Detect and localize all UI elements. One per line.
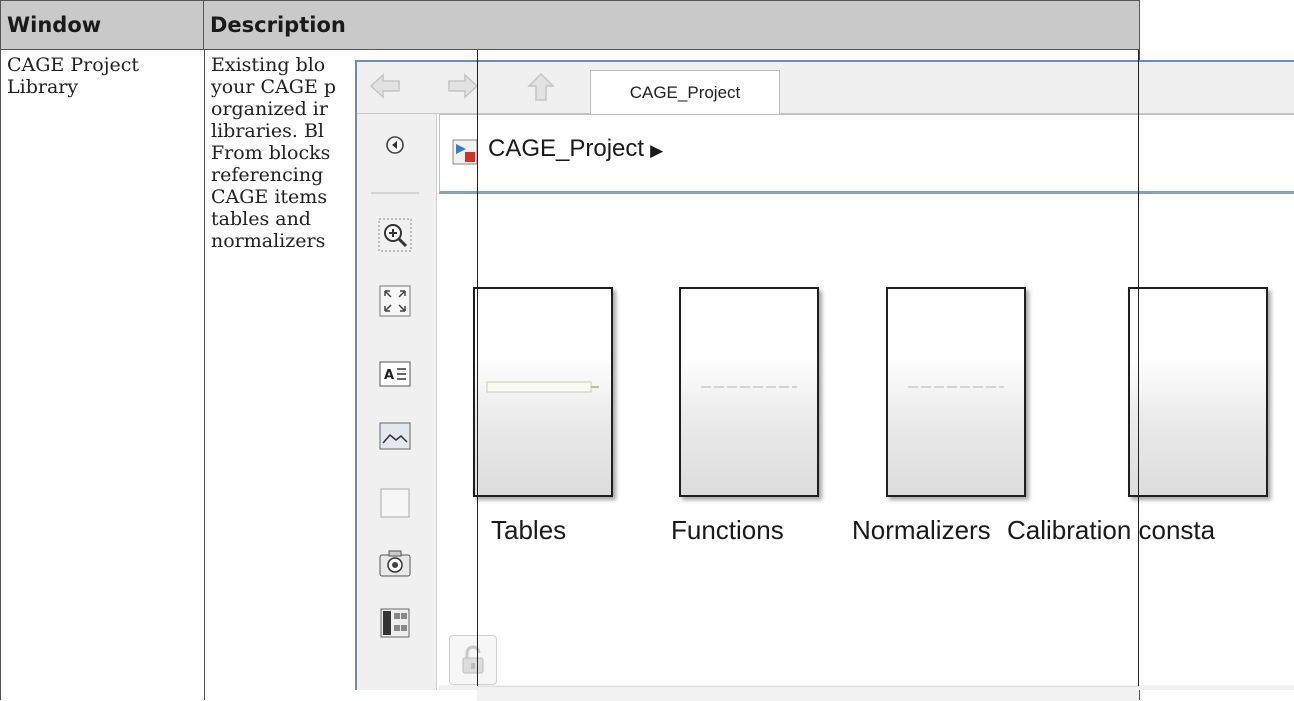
library-canvas: Tables Functions Normalizers Calibration… bbox=[439, 197, 1294, 690]
description-line: CAGE items bbox=[211, 186, 328, 208]
library-browser-icon[interactable] bbox=[377, 606, 413, 640]
overlay-strip bbox=[477, 686, 1139, 701]
normalizers-block[interactable] bbox=[886, 287, 1026, 497]
model-icon bbox=[452, 139, 478, 165]
back-arrow-icon[interactable] bbox=[369, 72, 401, 102]
functions-block[interactable] bbox=[679, 287, 819, 497]
description-line: libraries. Bl bbox=[211, 120, 324, 142]
unlock-icon[interactable] bbox=[449, 635, 497, 685]
calibration-constants-block[interactable] bbox=[1128, 287, 1268, 497]
zoom-icon[interactable] bbox=[377, 218, 413, 252]
tables-block[interactable] bbox=[473, 287, 613, 497]
normalizers-label: Normalizers bbox=[852, 515, 991, 545]
svg-text:A: A bbox=[384, 368, 394, 383]
expand-arrow-icon[interactable]: ▶ bbox=[650, 141, 663, 160]
toolbar-separator bbox=[371, 192, 419, 194]
address-bar: CAGE_Project ▶ bbox=[439, 114, 1294, 194]
description-line: Existing blo bbox=[211, 54, 326, 76]
hide-browser-icon[interactable] bbox=[377, 128, 413, 162]
description-cell: Existing blo your CAGE p organized ir li… bbox=[211, 54, 356, 252]
address-path[interactable]: CAGE_Project ▶ bbox=[488, 135, 663, 163]
header-description: Description bbox=[210, 13, 346, 37]
description-line: organized ir bbox=[211, 98, 328, 120]
screenshot-icon[interactable] bbox=[377, 547, 413, 581]
fit-view-icon[interactable] bbox=[377, 284, 413, 318]
image-icon[interactable] bbox=[377, 419, 413, 453]
tab-cage-project[interactable]: CAGE_Project bbox=[590, 70, 780, 116]
header-window: Window bbox=[1, 1, 204, 49]
table-header-row: Window Description bbox=[0, 0, 1140, 50]
description-line: referencing bbox=[211, 164, 324, 186]
description-line: From blocks bbox=[211, 142, 331, 164]
description-line: tables and bbox=[211, 208, 311, 230]
window-cell: CAGE Project Library bbox=[7, 54, 140, 98]
forward-arrow-icon[interactable] bbox=[447, 72, 479, 102]
navigation-bar: CAGE_Project bbox=[357, 60, 1294, 116]
library-window-screenshot: CAGE_Project A CAGE_Project ▶ Tables Fun… bbox=[355, 60, 1294, 690]
description-line: normalizers bbox=[211, 230, 326, 252]
address-path-label: CAGE_Project bbox=[488, 135, 645, 162]
overlay-line bbox=[1138, 50, 1139, 700]
column-divider bbox=[204, 50, 205, 700]
description-line: your CAGE p bbox=[211, 76, 337, 98]
annotation-icon[interactable]: A bbox=[377, 357, 413, 391]
overlay-line bbox=[477, 50, 478, 700]
left-toolbar: A bbox=[357, 114, 437, 690]
tables-label: Tables bbox=[491, 515, 567, 545]
functions-label: Functions bbox=[671, 515, 784, 545]
up-arrow-icon[interactable] bbox=[525, 72, 557, 102]
calibration-constants-label: Calibration consta bbox=[1007, 515, 1216, 545]
area-icon[interactable] bbox=[377, 486, 413, 520]
